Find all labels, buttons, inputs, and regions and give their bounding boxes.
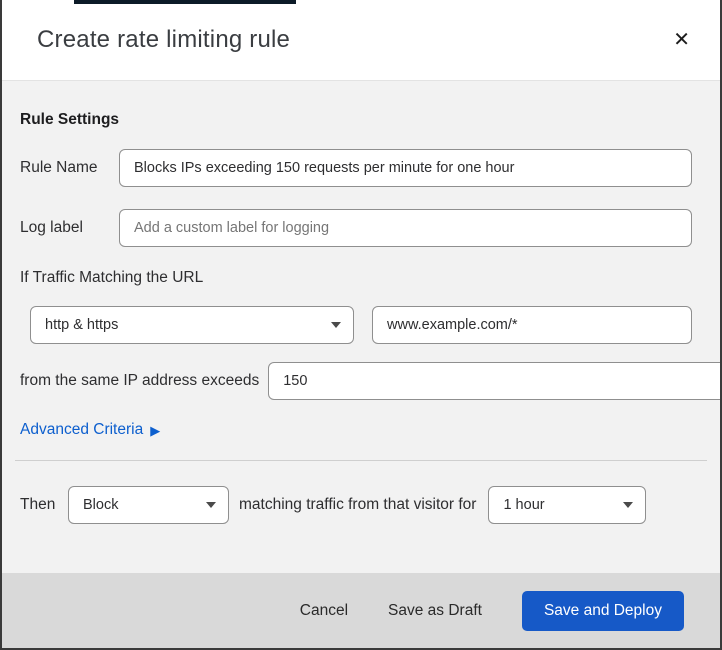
advanced-criteria-label: Advanced Criteria [20,421,144,438]
dialog-header: Create rate limiting rule ✕ [2,0,720,80]
scheme-select[interactable]: http & https [30,306,354,344]
log-label-row: Log label [20,209,692,247]
threshold-prefix-text: from the same IP address exceeds [20,372,260,389]
action-row: Then Block matching traffic from that vi… [20,486,692,524]
log-label-input[interactable] [119,209,692,247]
duration-select[interactable]: 1 hour [488,486,647,524]
chevron-down-icon [331,322,341,328]
rule-name-label: Rule Name [20,159,98,176]
scheme-url-row: http & https [30,306,692,344]
action-select[interactable]: Block [68,486,229,524]
dialog-body: Rule Settings Rule Name Log label If Tra… [2,80,720,573]
background-page-sliver [74,0,296,4]
close-icon[interactable]: ✕ [667,26,696,54]
chevron-down-icon [623,502,634,508]
duration-select-value: 1 hour [503,497,545,513]
section-divider [15,460,707,461]
then-label: Then [20,496,56,513]
traffic-match-intro: If Traffic Matching the URL [20,269,204,286]
create-rate-limiting-rule-dialog: Create rate limiting rule ✕ Rule Setting… [0,0,722,650]
rule-name-input[interactable] [119,149,692,187]
chevron-right-icon: ▶ [150,422,161,438]
rule-name-row: Rule Name [20,149,692,187]
threshold-row: from the same IP address exceeds request… [20,362,720,400]
advanced-criteria-link[interactable]: Advanced Criteria ▶ [20,421,160,439]
cancel-button[interactable]: Cancel [300,602,348,620]
url-pattern-input[interactable] [372,306,692,344]
save-as-draft-button[interactable]: Save as Draft [388,602,482,620]
dialog-footer: Cancel Save as Draft Save and Deploy [2,573,720,648]
threshold-input[interactable] [268,362,720,400]
rule-settings-heading: Rule Settings [20,111,120,128]
dialog-title: Create rate limiting rule [37,26,291,53]
action-middle-text: matching traffic from that visitor for [239,496,477,513]
scheme-select-value: http & https [45,317,119,333]
save-and-deploy-button[interactable]: Save and Deploy [521,590,684,631]
chevron-down-icon [206,502,216,508]
action-select-value: Block [83,497,119,513]
log-label-label: Log label [20,219,83,236]
